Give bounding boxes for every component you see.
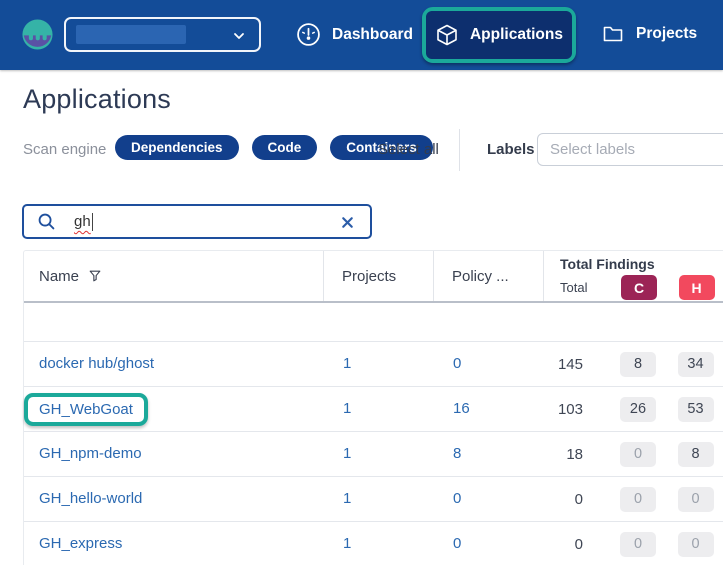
column-header-projects[interactable]: Projects [323,251,433,301]
scan-engine-label: Scan engine [23,141,106,158]
table-header: Name Projects Policy ... Total Findings … [24,251,723,303]
mend-logo-icon [22,19,53,50]
critical-count-badge: 0 [620,532,656,557]
critical-count-badge: 0 [620,487,656,512]
filter-row: Scan engine DependenciesCodeContainers S… [0,131,723,169]
column-header-policy[interactable]: Policy ... [433,251,543,301]
policy-violations-link[interactable]: 0 [453,490,461,507]
table-row[interactable]: GH_WebGoat 1 16 103 26 53 [24,387,723,432]
search-box[interactable]: gh [22,204,372,239]
policy-violations-link[interactable]: 8 [453,445,461,462]
gauge-icon [296,22,321,47]
search-input-value[interactable]: gh [74,213,91,230]
application-name-link[interactable]: GH_express [39,535,122,552]
nav-item-dashboard[interactable]: Dashboard [296,22,413,47]
nav-item-projects[interactable]: Projects [601,22,697,46]
nav-applications-label: Applications [470,26,563,44]
high-count-badge: 53 [678,397,714,422]
application-name-link[interactable]: GH_WebGoat [39,401,133,418]
high-count-badge: 8 [678,442,714,467]
application-name-link[interactable]: GH_hello-world [39,490,142,507]
projects-count-link[interactable]: 1 [343,490,351,507]
mend-logo[interactable] [22,19,53,50]
policy-violations-link[interactable]: 0 [453,355,461,372]
application-name-link[interactable]: docker hub/ghost [39,355,154,372]
topbar: Dashboard Applications Projects [0,0,723,70]
chevron-down-icon [232,29,246,43]
nav-item-applications[interactable]: Applications [426,11,572,59]
folder-icon [601,22,625,46]
page-title: Applications [23,84,171,115]
column-header-name[interactable]: Name [24,251,323,301]
total-findings-value: 0 [543,536,609,553]
applications-page: Dashboard Applications Projects Applicat… [0,0,723,565]
scan-engine-chip[interactable]: Code [252,135,318,160]
table-row[interactable]: docker hub/ghost 1 0 145 8 34 [24,342,723,387]
nav-dashboard-label: Dashboard [332,26,413,44]
projects-count-link[interactable]: 1 [343,400,351,417]
critical-count-badge: 8 [620,352,656,377]
text-caret [92,213,93,231]
filter-divider [459,129,460,171]
table-row[interactable]: GH_hello-world 1 0 0 0 0 [24,477,723,522]
high-count-badge: 34 [678,352,714,377]
total-findings-value: 103 [543,401,609,418]
critical-severity-badge[interactable]: C [621,275,657,300]
table-row[interactable]: GH_express 1 0 0 0 0 [24,522,723,565]
total-findings-value: 145 [543,356,609,373]
org-selector-dropdown[interactable] [64,17,261,52]
select-all-link[interactable]: Select all [378,141,439,158]
table-body: docker hub/ghost 1 0 145 8 34 [24,342,723,565]
projects-count-link[interactable]: 1 [343,445,351,462]
table-row[interactable]: GH_npm-demo 1 8 18 0 8 [24,432,723,477]
column-header-total[interactable]: Total [544,280,610,295]
high-count-badge: 0 [678,487,714,512]
critical-count-badge: 0 [620,442,656,467]
org-name-redacted [76,25,186,44]
empty-table-row [24,303,723,342]
high-severity-badge[interactable]: H [679,275,715,300]
clear-search-icon[interactable] [339,214,356,231]
high-count-badge: 0 [678,532,714,557]
search-icon [37,212,56,231]
total-findings-label: Total Findings [544,256,723,272]
total-findings-value: 18 [543,446,609,463]
applications-table: Name Projects Policy ... Total Findings … [23,250,723,565]
application-name-link[interactable]: GH_npm-demo [39,445,142,462]
column-group-total-findings: Total Findings Total C H [543,251,723,301]
cube-icon [435,23,459,47]
labels-label: Labels [487,141,535,158]
nav-projects-label: Projects [636,25,697,43]
policy-violations-link[interactable]: 16 [453,400,470,417]
filter-funnel-icon[interactable] [88,269,102,283]
total-findings-value: 0 [543,491,609,508]
policy-violations-link[interactable]: 0 [453,535,461,552]
scan-engine-chip[interactable]: Dependencies [115,135,239,160]
labels-select-input[interactable] [537,133,723,166]
projects-count-link[interactable]: 1 [343,355,351,372]
applications-annotation-box: Applications [422,7,576,63]
critical-count-badge: 26 [620,397,656,422]
projects-count-link[interactable]: 1 [343,535,351,552]
